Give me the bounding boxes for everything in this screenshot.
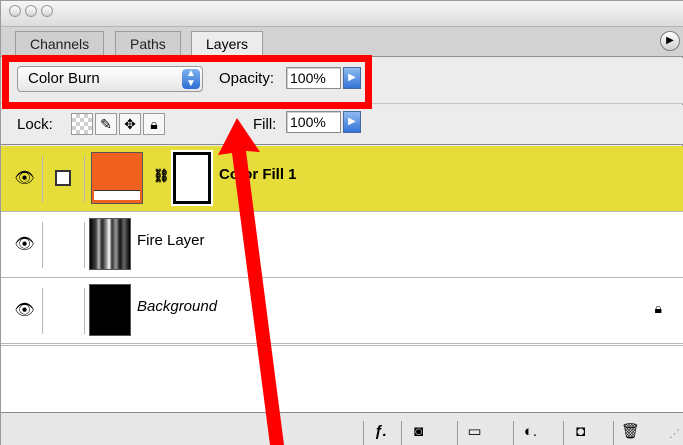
fire-thumbnail[interactable] bbox=[89, 218, 131, 270]
layer-list-empty-area bbox=[1, 345, 683, 412]
visibility-toggle[interactable]: 👁︎ bbox=[7, 288, 43, 334]
eye-icon: 👁︎ bbox=[14, 170, 35, 187]
move-icon: ✥ bbox=[124, 116, 136, 132]
tab-paths[interactable]: Paths bbox=[115, 31, 181, 57]
layer-link-cell[interactable] bbox=[45, 288, 85, 334]
annotation-highlight-box bbox=[2, 55, 372, 109]
mask-thumbnail[interactable] bbox=[171, 150, 213, 206]
resize-grip-icon[interactable]: ⋰ bbox=[669, 427, 680, 440]
fill-label: Fill: bbox=[253, 116, 277, 133]
lock-all-button[interactable]: 🔒︎ bbox=[143, 113, 165, 135]
zoom-window-button[interactable] bbox=[41, 5, 53, 17]
brush-icon: ✎ bbox=[100, 116, 112, 132]
panel-tabs: Channels Paths Layers ▶ bbox=[1, 27, 683, 58]
lock-icon: 🔒︎ bbox=[654, 300, 662, 316]
adjustment-layer-icon[interactable]: ◐. bbox=[513, 421, 547, 445]
folder-icon[interactable]: ▭ bbox=[457, 421, 491, 445]
new-layer-icon[interactable]: ◘ bbox=[563, 421, 597, 445]
minimize-window-button[interactable] bbox=[25, 5, 37, 17]
visibility-toggle[interactable]: 👁︎ bbox=[7, 156, 43, 202]
trash-icon[interactable]: 🗑︎ bbox=[613, 421, 647, 445]
tab-layers[interactable]: Layers bbox=[191, 31, 264, 58]
fill-field[interactable]: 100% bbox=[286, 111, 341, 133]
lock-fill-row: Lock: ✎ ✥ 🔒︎ Fill: 100% ▶ bbox=[1, 105, 683, 145]
title-bar bbox=[1, 1, 683, 27]
lock-image-pixels-button[interactable]: ✎ bbox=[95, 113, 117, 135]
panel-menu-button[interactable]: ▶ bbox=[660, 31, 680, 51]
layer-style-icon[interactable]: ƒ. bbox=[363, 421, 397, 445]
layer-link-cell[interactable] bbox=[45, 156, 85, 202]
chain-link-icon[interactable]: ⛓︎ bbox=[153, 168, 170, 184]
tab-channels[interactable]: Channels bbox=[15, 31, 105, 57]
close-window-button[interactable] bbox=[9, 5, 21, 17]
eye-icon: 👁︎ bbox=[14, 302, 35, 319]
lock-icon: 🔒︎ bbox=[150, 116, 158, 132]
fill-slider-button[interactable]: ▶ bbox=[343, 111, 361, 133]
layer-name: Background bbox=[137, 298, 218, 315]
panel-bottom-bar: ƒ. ◙ ▭ ◐. ◘ 🗑︎ ⋰ bbox=[1, 412, 683, 445]
layer-row[interactable]: 👁︎ ⛓︎ Color Fill 1 bbox=[1, 146, 683, 212]
visibility-toggle[interactable]: 👁︎ bbox=[7, 222, 43, 268]
layer-link-cell[interactable] bbox=[45, 222, 85, 268]
mask-icon[interactable]: ◙ bbox=[401, 421, 435, 445]
layer-row[interactable]: 👁︎ Background 🔒︎ bbox=[1, 278, 683, 344]
layer-name: Fire Layer bbox=[137, 232, 205, 249]
lock-position-button[interactable]: ✥ bbox=[119, 113, 141, 135]
eye-icon: 👁︎ bbox=[14, 236, 35, 253]
lock-label: Lock: bbox=[17, 116, 53, 133]
fill-swatch-indicator bbox=[94, 190, 140, 200]
lock-transparent-pixels-button[interactable] bbox=[71, 113, 93, 135]
layer-row[interactable]: 👁︎ Fire Layer bbox=[1, 212, 683, 278]
layer-mask-indicator-icon bbox=[55, 170, 71, 186]
layer-name: Color Fill 1 bbox=[219, 166, 297, 183]
fill-thumbnail[interactable] bbox=[91, 152, 143, 204]
background-thumbnail[interactable] bbox=[89, 284, 131, 336]
